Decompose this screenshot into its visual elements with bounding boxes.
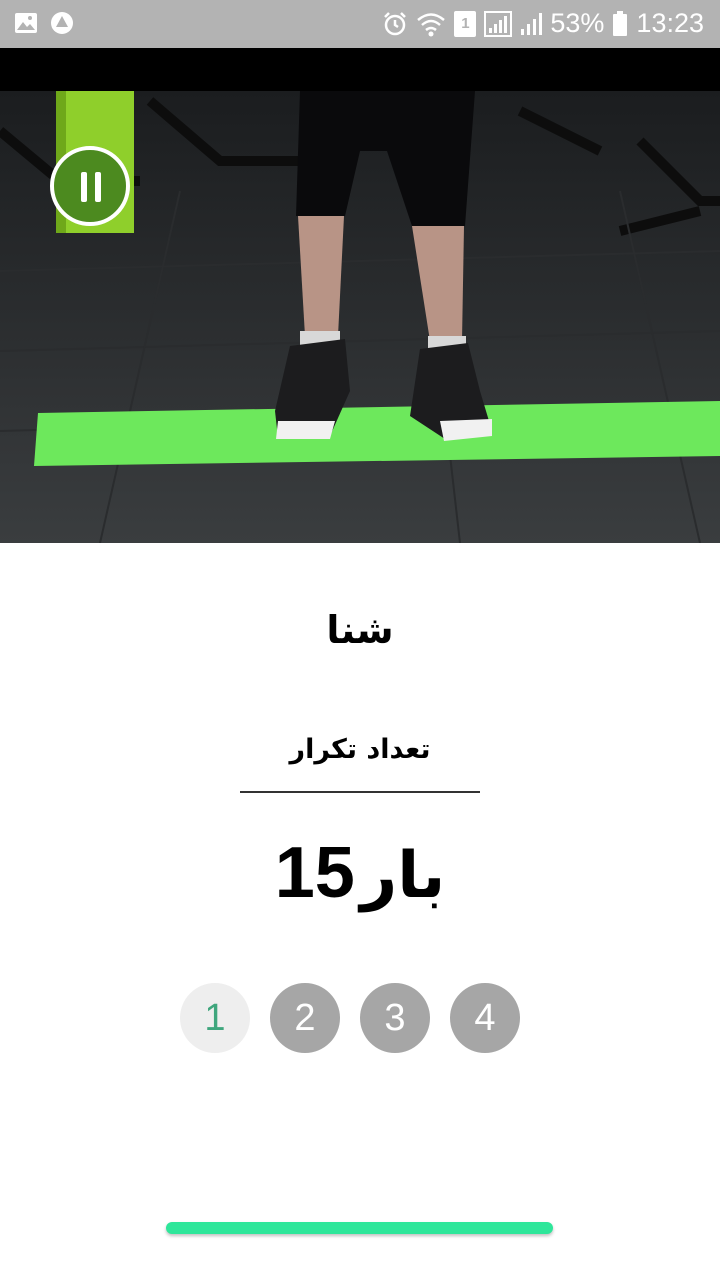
- notification-icons: [14, 11, 74, 35]
- exercise-video[interactable]: [0, 48, 720, 543]
- pause-icon: [81, 172, 87, 202]
- reps-number: 15: [274, 833, 355, 913]
- battery-percent: 53%: [550, 8, 605, 38]
- drive-icon: [51, 12, 73, 34]
- battery-icon: [613, 10, 628, 36]
- reps-unit: بار: [360, 839, 446, 913]
- reps-label: تعداد تکرار: [289, 734, 431, 765]
- set-2[interactable]: 2: [270, 983, 340, 1053]
- pause-button[interactable]: [50, 146, 130, 226]
- sim-slot-badge: 1: [454, 10, 477, 37]
- status-bar: 1 53% 13:23: [0, 0, 720, 48]
- alarm-icon: [384, 11, 407, 35]
- set-3[interactable]: 3: [360, 983, 430, 1053]
- system-indicators: 1 53% 13:23: [382, 8, 704, 39]
- image-icon: [15, 13, 37, 33]
- set-1[interactable]: 1: [180, 983, 250, 1053]
- progress-bar: [166, 1222, 553, 1234]
- clock: 13:23: [636, 8, 704, 38]
- divider: [240, 791, 480, 793]
- signal-icon: [484, 10, 513, 37]
- reps-count: بار 15: [0, 832, 720, 914]
- signal-icon-secondary: [521, 12, 543, 35]
- set-indicators: 1 2 3 4: [180, 983, 520, 1053]
- set-4[interactable]: 4: [450, 983, 520, 1053]
- wifi-icon: [417, 12, 446, 36]
- exercise-title: شنا: [326, 608, 394, 652]
- pause-icon-bar: [95, 172, 101, 202]
